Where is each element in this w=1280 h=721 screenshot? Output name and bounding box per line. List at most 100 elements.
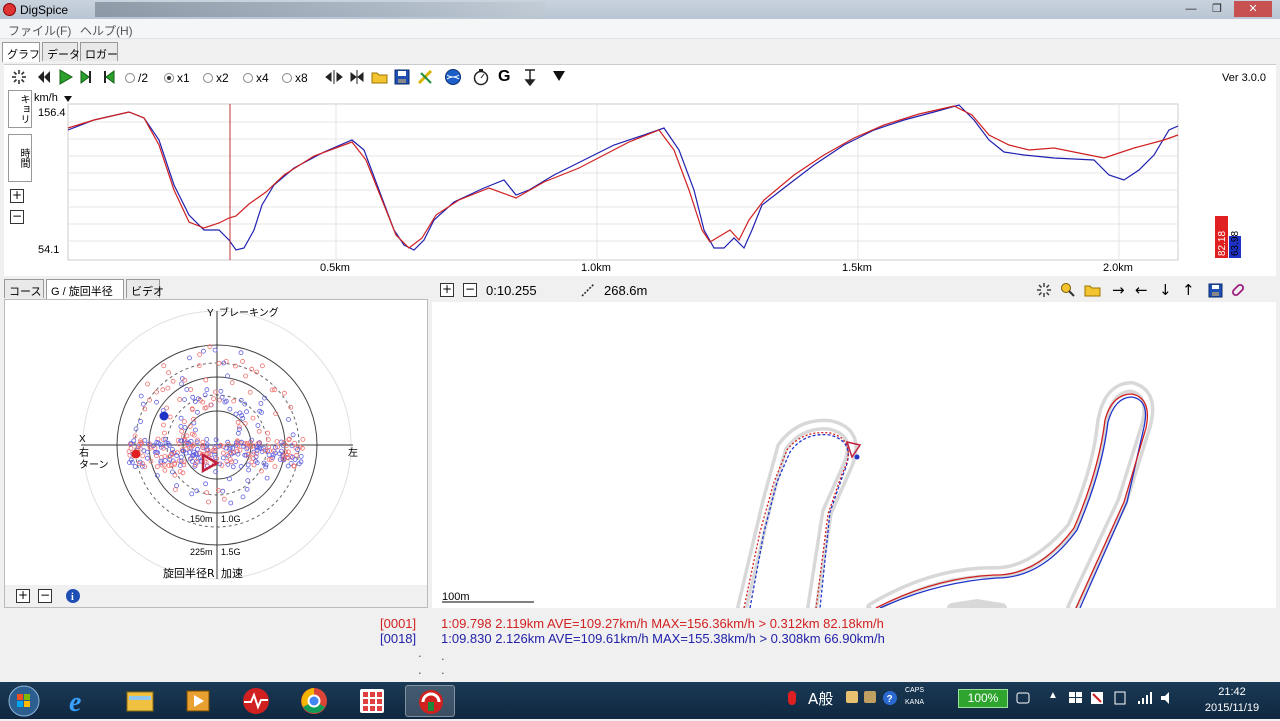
rewind-icon[interactable] bbox=[36, 69, 52, 87]
tab-course[interactable]: コース bbox=[4, 279, 44, 298]
info-icon[interactable]: i bbox=[65, 588, 81, 604]
tab-data[interactable]: データ bbox=[42, 42, 80, 61]
chrome-icon[interactable] bbox=[289, 685, 339, 717]
speed-half-radio[interactable]: /2 bbox=[125, 69, 148, 87]
speed-graph[interactable]: 0.5km 1.0km 1.5km 2.0km 82.18 63.98 bbox=[4, 90, 1276, 276]
ime-tool-icon[interactable] bbox=[846, 691, 858, 703]
arrow-down-icon[interactable]: ↓ bbox=[1159, 281, 1172, 299]
x-label-2-0km: 2.0km bbox=[1103, 262, 1133, 274]
shrink-horizontal-icon[interactable] bbox=[348, 69, 366, 87]
vertical-range-icon[interactable] bbox=[522, 68, 538, 86]
help-icon[interactable]: ? bbox=[882, 690, 898, 706]
scatter-point bbox=[274, 439, 280, 445]
lap-2-stats: 1:09.830 2.126km AVE=109.61km/h MAX=155.… bbox=[441, 631, 885, 646]
scatter-point bbox=[203, 377, 209, 383]
dropdown-arrow-icon[interactable] bbox=[552, 69, 566, 87]
speed-x1-radio[interactable]: x1 bbox=[164, 69, 190, 87]
scatter-point bbox=[230, 464, 236, 470]
power-icon[interactable] bbox=[1016, 691, 1032, 705]
digspice-taskbar-icon[interactable] bbox=[405, 685, 455, 717]
scatter-point bbox=[181, 419, 187, 424]
tab-graph[interactable]: グラフ bbox=[2, 42, 40, 62]
network-icon[interactable] bbox=[1137, 691, 1153, 705]
speed-x4-radio[interactable]: x4 bbox=[243, 69, 269, 87]
radio-circle-icon bbox=[203, 73, 213, 83]
arrow-up-icon[interactable]: ↑ bbox=[1182, 281, 1195, 299]
scatter-point bbox=[145, 381, 150, 387]
radius-axis-label: 旋回半径R bbox=[163, 566, 215, 580]
ring2-g-label: 1.5G bbox=[221, 547, 241, 557]
scatter-point bbox=[179, 428, 185, 434]
maximize-button[interactable]: ❐ bbox=[1206, 1, 1228, 17]
close-button[interactable]: ✕ bbox=[1234, 1, 1272, 17]
media-player-icon[interactable] bbox=[173, 685, 223, 717]
speed-x2-radio[interactable]: x2 bbox=[203, 69, 229, 87]
start-button-icon[interactable] bbox=[6, 684, 42, 718]
notification-icon[interactable] bbox=[788, 691, 796, 705]
scatter-point bbox=[235, 430, 241, 436]
health-app-icon[interactable] bbox=[231, 685, 281, 717]
course-map[interactable]: 100m bbox=[432, 302, 1276, 608]
volume-icon[interactable] bbox=[1160, 691, 1176, 705]
show-hidden-icons-icon[interactable]: ▲ bbox=[1048, 690, 1058, 701]
windows-flag-icon[interactable] bbox=[1068, 691, 1084, 705]
measure-icon[interactable] bbox=[580, 282, 596, 298]
battery-indicator[interactable]: 100% bbox=[958, 689, 1008, 708]
arrow-left-icon[interactable]: ← bbox=[1135, 281, 1148, 299]
apps-grid-icon[interactable] bbox=[347, 685, 397, 717]
scatter-point bbox=[132, 464, 138, 469]
scatter-point bbox=[203, 481, 209, 487]
radio-circle-icon bbox=[125, 73, 135, 83]
radio-circle-icon bbox=[243, 73, 253, 83]
device-icon[interactable] bbox=[1113, 691, 1127, 705]
gplot-zoom-out-button[interactable]: − bbox=[38, 589, 52, 603]
map-zoom-out-button[interactable]: − bbox=[463, 283, 477, 297]
expand-horizontal-icon[interactable] bbox=[325, 69, 343, 87]
g-scatter-plot[interactable]: Y ブレーキング X 右 ターン 左 150m 1.0G 225m 1.5G 旋… bbox=[5, 300, 427, 607]
scatter-point bbox=[245, 478, 251, 484]
step-back-icon[interactable] bbox=[102, 69, 116, 87]
folder-open-icon[interactable] bbox=[371, 69, 389, 87]
scatter-point bbox=[290, 432, 296, 438]
menu-file[interactable]: ファイル(F) bbox=[8, 22, 71, 39]
play-icon[interactable] bbox=[57, 69, 73, 87]
svg-text:e: e bbox=[69, 687, 81, 717]
arrow-right-icon[interactable]: → bbox=[1112, 281, 1125, 299]
minimize-button[interactable]: — bbox=[1180, 1, 1202, 17]
map-save-icon[interactable] bbox=[1208, 283, 1223, 298]
tab-g-radius[interactable]: G / 旋回半径 bbox=[46, 279, 124, 299]
tools-icon[interactable] bbox=[417, 69, 435, 87]
globe-icon[interactable] bbox=[444, 68, 462, 86]
lap-2-id[interactable]: [0018] bbox=[380, 631, 416, 646]
speed-x8-radio[interactable]: x8 bbox=[282, 69, 308, 87]
tab-logger[interactable]: ロガー bbox=[80, 42, 118, 61]
speed-half-label: /2 bbox=[138, 71, 149, 85]
g-force-button[interactable]: G bbox=[498, 68, 510, 86]
gplot-zoom-in-button[interactable]: + bbox=[16, 589, 30, 603]
menu-help[interactable]: ヘルプ(H) bbox=[80, 22, 133, 39]
ime-dictionary-icon[interactable] bbox=[864, 691, 876, 703]
map-toolbar: + − 0:10.255 268.6m → ← ↓ ↑ bbox=[432, 280, 1276, 302]
map-zoom-in-button[interactable]: + bbox=[440, 283, 454, 297]
lap-1-id[interactable]: [0001] bbox=[380, 616, 416, 631]
scatter-point bbox=[272, 464, 278, 470]
explorer-icon[interactable] bbox=[115, 685, 165, 717]
map-folder-icon[interactable] bbox=[1084, 282, 1102, 298]
clip-icon[interactable] bbox=[1230, 282, 1246, 298]
map-reset-icon[interactable] bbox=[1036, 282, 1052, 298]
clock-date[interactable]: 2015/11/19 bbox=[1192, 702, 1272, 714]
caps-indicator: CAPS bbox=[905, 687, 925, 694]
action-center-icon[interactable] bbox=[1090, 691, 1106, 705]
save-icon[interactable] bbox=[394, 69, 410, 87]
step-forward-icon[interactable] bbox=[79, 69, 93, 87]
reset-icon[interactable] bbox=[10, 68, 28, 86]
scatter-point bbox=[162, 458, 168, 463]
scatter-point bbox=[258, 468, 264, 474]
ime-indicator[interactable]: A般 bbox=[808, 688, 833, 709]
map-search-icon[interactable] bbox=[1060, 282, 1076, 298]
stopwatch-icon[interactable] bbox=[472, 68, 490, 86]
clock-time[interactable]: 21:42 bbox=[1192, 686, 1272, 698]
ie-icon[interactable]: e bbox=[57, 685, 107, 718]
tab-video[interactable]: ビデオ bbox=[126, 279, 164, 298]
scatter-point bbox=[144, 455, 150, 461]
